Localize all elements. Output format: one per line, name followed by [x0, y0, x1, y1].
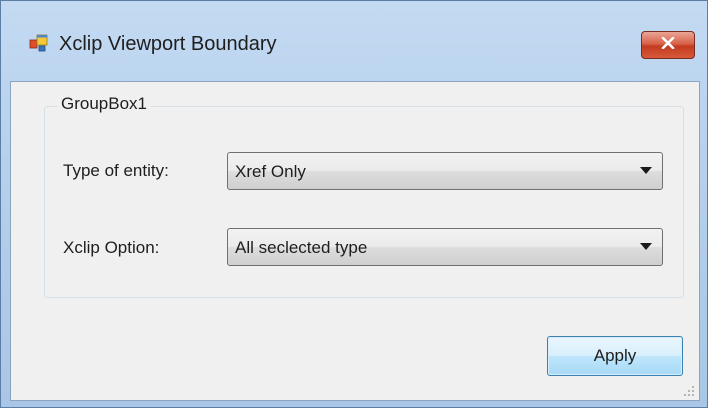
title-bar[interactable]: Xclip Viewport Boundary [1, 1, 707, 81]
groupbox-label: GroupBox1 [57, 92, 151, 116]
groupbox: GroupBox1 Type of entity: Xref Only Xcli… [44, 92, 684, 298]
apply-button[interactable]: Apply [547, 336, 683, 376]
entity-type-label: Type of entity: [63, 161, 169, 180]
dialog-client-area: GroupBox1 Type of entity: Xref Only Xcli… [10, 81, 700, 401]
xclip-option-dropdown[interactable]: All seclected type [227, 228, 663, 266]
resize-grip-icon[interactable] [683, 384, 695, 396]
entity-type-dropdown[interactable]: Xref Only [227, 152, 663, 190]
app-window-icon [29, 33, 49, 53]
close-icon [661, 36, 675, 54]
close-button[interactable] [641, 31, 695, 59]
chevron-down-icon [640, 167, 652, 174]
chevron-down-icon [640, 243, 652, 250]
entity-type-value: Xref Only [235, 162, 306, 181]
dialog-window: Xclip Viewport Boundary GroupBox1 Type o… [0, 0, 708, 408]
xclip-option-label: Xclip Option: [63, 238, 160, 257]
window-title: Xclip Viewport Boundary [59, 33, 277, 55]
xclip-option-value: All seclected type [235, 238, 368, 257]
